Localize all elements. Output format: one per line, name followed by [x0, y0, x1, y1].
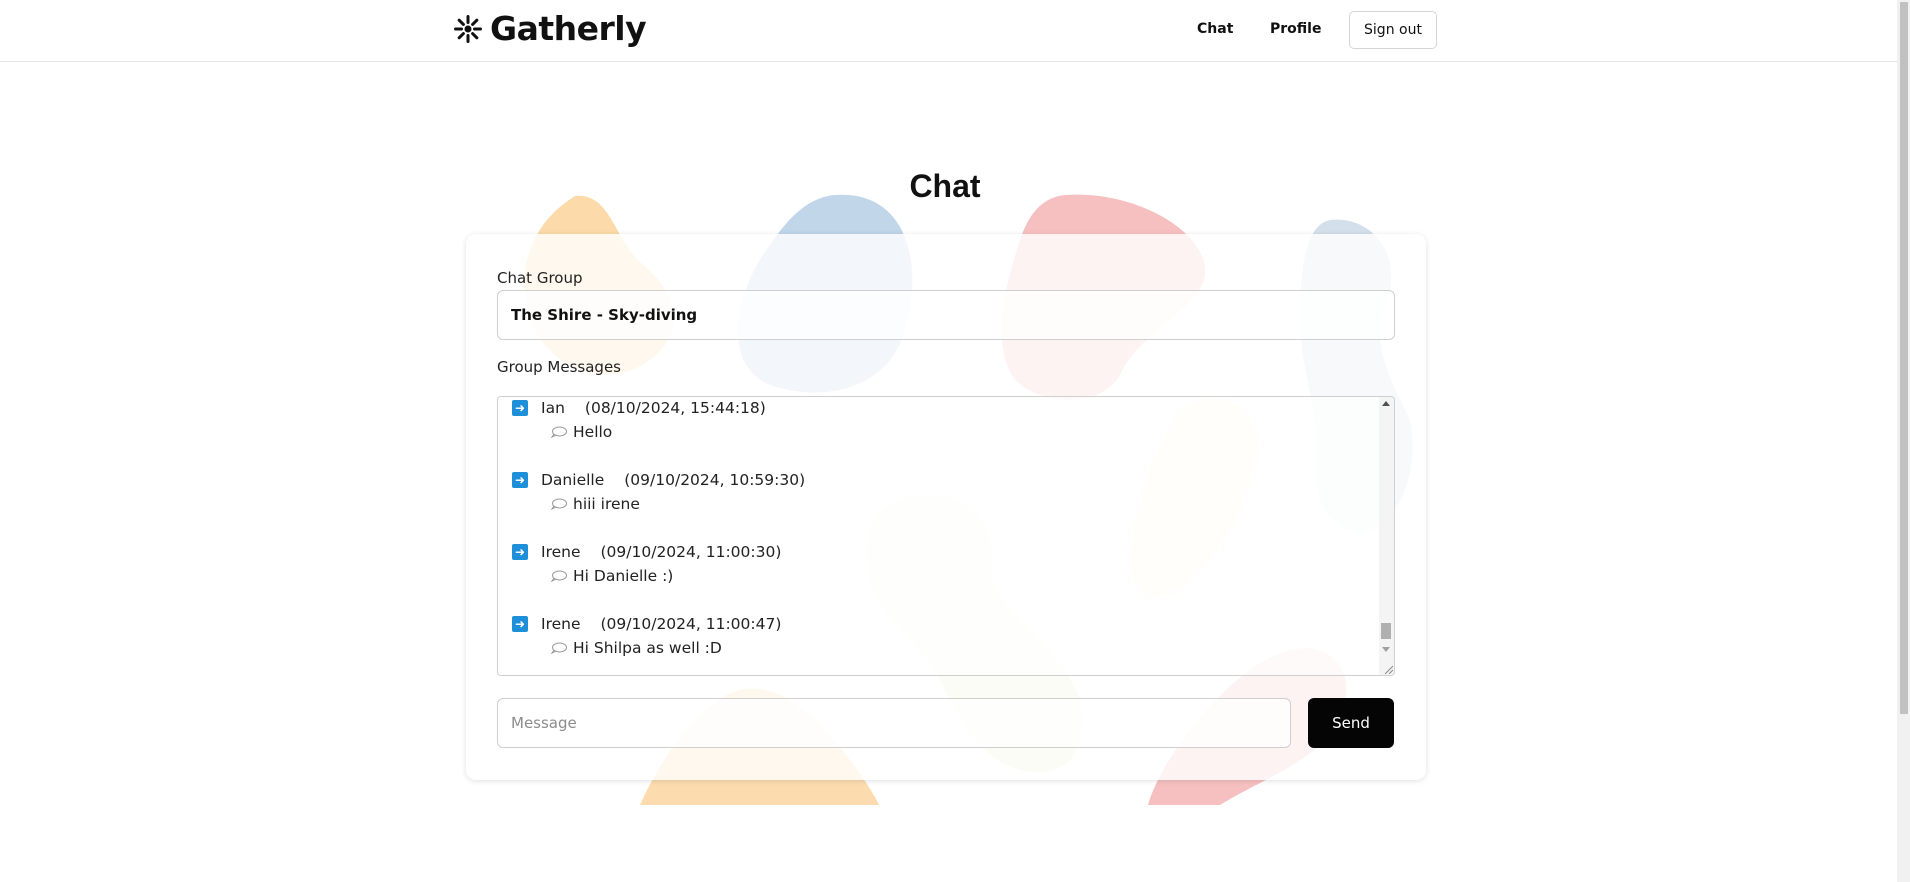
scroll-down-arrow-icon[interactable]	[1382, 647, 1390, 652]
page-title: Chat	[909, 168, 981, 204]
brand-name: Gatherly	[490, 9, 647, 48]
scroll-up-arrow-icon[interactable]	[1382, 401, 1390, 406]
nav-profile-link[interactable]: Profile	[1270, 21, 1321, 37]
message-author: Danielle	[541, 471, 605, 489]
brand-logo[interactable]: Gatherly	[453, 9, 647, 49]
message-timestamp: (08/10/2024, 15:44:18)	[584, 399, 766, 417]
arrow-right-icon: ➜	[512, 616, 528, 632]
message-text: Hello	[573, 423, 613, 441]
chat-group-label: Chat Group	[497, 269, 583, 287]
page-scrollbar[interactable]	[1897, 0, 1910, 882]
chat-group-select[interactable]: The Shire - Sky-diving	[497, 290, 1395, 340]
message-item: ➜ Irene (09/10/2024, 11:00:30) Hi Daniel…	[512, 541, 781, 587]
message-timestamp: (09/10/2024, 11:00:30)	[600, 543, 782, 561]
message-text: Hi Shilpa as well :D	[573, 639, 722, 657]
message-item: ➜ Danielle (09/10/2024, 10:59:30) hiii i…	[512, 469, 805, 515]
sparkle-logo-icon	[454, 15, 482, 43]
message-item: ➜ Ian (08/10/2024, 15:44:18) Hello	[512, 397, 766, 443]
message-input[interactable]	[497, 698, 1291, 748]
group-messages-list[interactable]: ➜ Ian (08/10/2024, 15:44:18) Hello ➜ Dan…	[497, 396, 1395, 676]
message-author: Ian	[541, 399, 565, 417]
message-text: Hi Danielle :)	[573, 567, 674, 585]
speech-bubble-icon	[551, 642, 567, 654]
message-author: Irene	[541, 615, 581, 633]
message-item: ➜ Irene (09/10/2024, 11:00:47) Hi Shilpa…	[512, 613, 781, 659]
messages-scrollbar-thumb[interactable]	[1381, 623, 1391, 639]
resize-grip-icon[interactable]	[1383, 664, 1393, 674]
arrow-right-icon: ➜	[512, 472, 528, 488]
messages-scrollbar[interactable]	[1379, 397, 1394, 675]
chat-card: Chat Group The Shire - Sky-diving Group …	[466, 234, 1426, 780]
speech-bubble-icon	[551, 498, 567, 510]
send-button[interactable]: Send	[1308, 698, 1394, 748]
group-messages-label: Group Messages	[497, 358, 621, 376]
sign-out-button[interactable]: Sign out	[1349, 11, 1437, 49]
arrow-right-icon: ➜	[512, 400, 528, 416]
speech-bubble-icon	[551, 570, 567, 582]
message-author: Irene	[541, 543, 581, 561]
message-text: hiii irene	[573, 495, 640, 513]
page-scrollbar-thumb[interactable]	[1900, 2, 1908, 714]
nav-chat-link[interactable]: Chat	[1197, 21, 1233, 37]
arrow-right-icon: ➜	[512, 544, 528, 560]
top-navbar: Gatherly Chat Profile Sign out	[0, 0, 1897, 62]
message-timestamp: (09/10/2024, 11:00:47)	[600, 615, 782, 633]
speech-bubble-icon	[551, 426, 567, 438]
message-timestamp: (09/10/2024, 10:59:30)	[624, 471, 806, 489]
